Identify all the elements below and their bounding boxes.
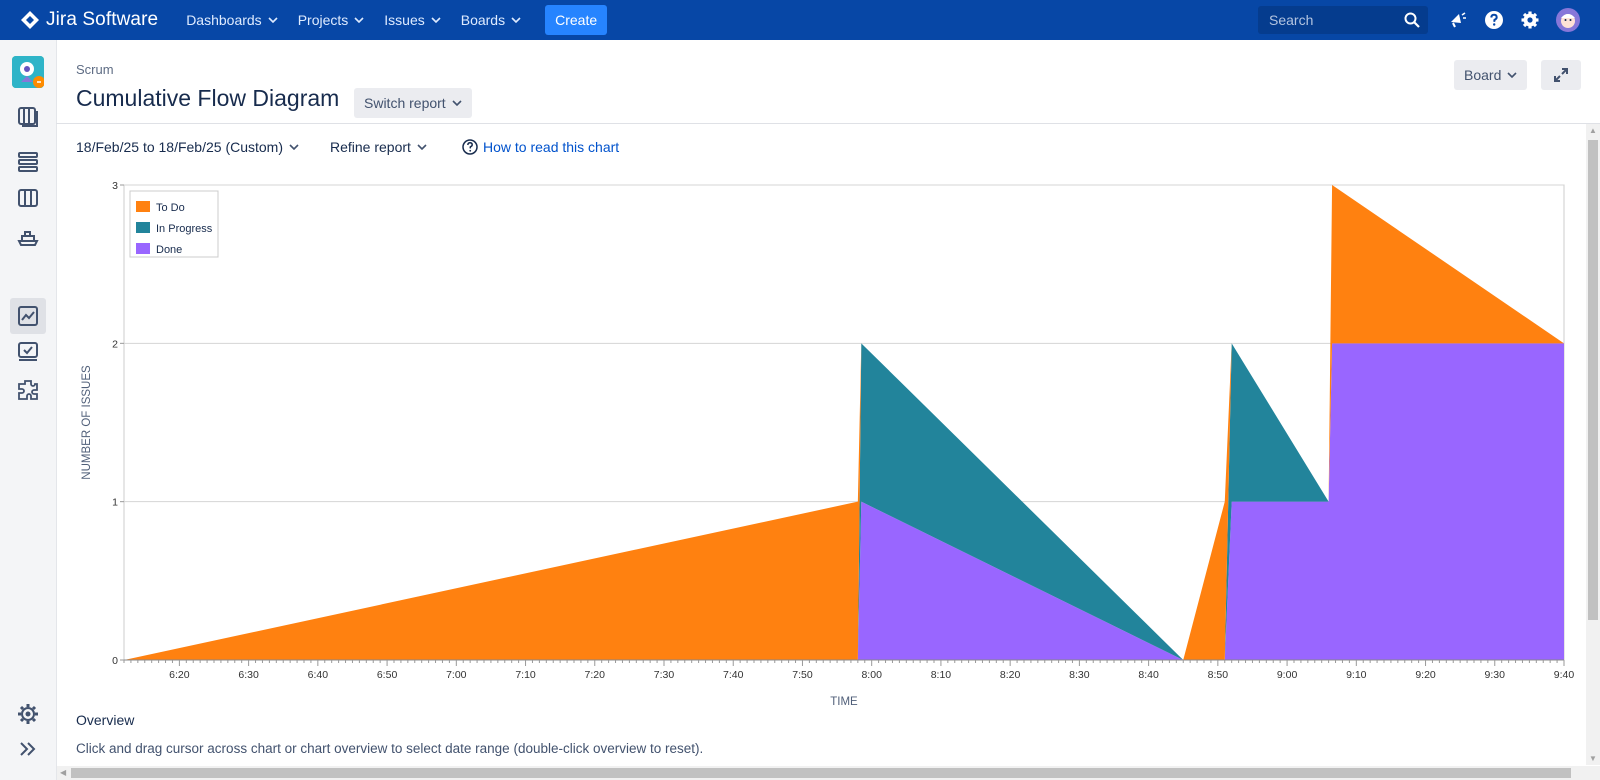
- x-tick-label: 8:00: [861, 669, 882, 681]
- x-tick-label: 6:30: [238, 669, 259, 681]
- scroll-up-arrow-icon[interactable]: ▲: [1589, 126, 1597, 135]
- x-tick-label: 7:00: [446, 669, 467, 681]
- x-tick-label: 9:30: [1485, 669, 1506, 681]
- x-tick-label: 7:30: [654, 669, 675, 681]
- x-tick-label: 7:50: [792, 669, 813, 681]
- vertical-scrollbar[interactable]: ▲ ▼: [1586, 124, 1600, 765]
- x-tick-label: 8:50: [1208, 669, 1229, 681]
- horizontal-scrollbar-thumb[interactable]: [71, 768, 1571, 778]
- scroll-down-arrow-icon[interactable]: ▼: [1589, 754, 1597, 763]
- horizontal-scrollbar[interactable]: ◀: [57, 766, 1600, 780]
- x-axis-title: TIME: [830, 696, 858, 708]
- x-tick-label: 8:30: [1069, 669, 1090, 681]
- x-tick-label: 9:00: [1277, 669, 1298, 681]
- overview-hint: Click and drag cursor across chart or ch…: [76, 741, 704, 756]
- expand-sidebar-icon[interactable]: [16, 737, 40, 761]
- x-tick-label: 6:20: [169, 669, 190, 681]
- x-tick-label: 6:40: [308, 669, 329, 681]
- x-tick-label: 9:40: [1554, 669, 1575, 681]
- scroll-left-arrow-icon[interactable]: ◀: [60, 768, 66, 777]
- x-tick-label: 8:20: [1000, 669, 1021, 681]
- chart-legend: To Do In Progress Done: [129, 190, 219, 258]
- x-tick-label: 7:10: [515, 669, 536, 681]
- y-tick-label: 1: [112, 497, 118, 509]
- cumulative-flow-chart[interactable]: 6:20 6:30 6:40 6:50 7:00 7:10 7:20 7:30 7:40 7:50…: [0, 0, 1600, 710]
- x-tick-label: 8:40: [1138, 669, 1159, 681]
- legend-swatch: [136, 222, 150, 233]
- legend-label: To Do: [156, 202, 185, 214]
- x-tick-label: 8:10: [931, 669, 952, 681]
- overview-title: Overview: [76, 712, 135, 728]
- x-tick-label: 6:50: [377, 669, 398, 681]
- y-tick-label: 0: [112, 655, 118, 667]
- y-tick-label: 3: [112, 180, 118, 192]
- x-tick-label: 9:10: [1346, 669, 1367, 681]
- legend-swatch: [136, 201, 150, 212]
- x-tick-label: 7:20: [585, 669, 606, 681]
- vertical-scrollbar-thumb[interactable]: [1588, 140, 1598, 620]
- x-tick-label: 9:20: [1415, 669, 1436, 681]
- y-tick-label: 2: [112, 338, 118, 350]
- legend-swatch: [136, 243, 150, 254]
- legend-label: In Progress: [156, 223, 213, 235]
- legend-label: Done: [156, 244, 182, 256]
- x-tick-label: 7:40: [723, 669, 744, 681]
- y-axis-title: NUMBER OF ISSUES: [81, 365, 93, 480]
